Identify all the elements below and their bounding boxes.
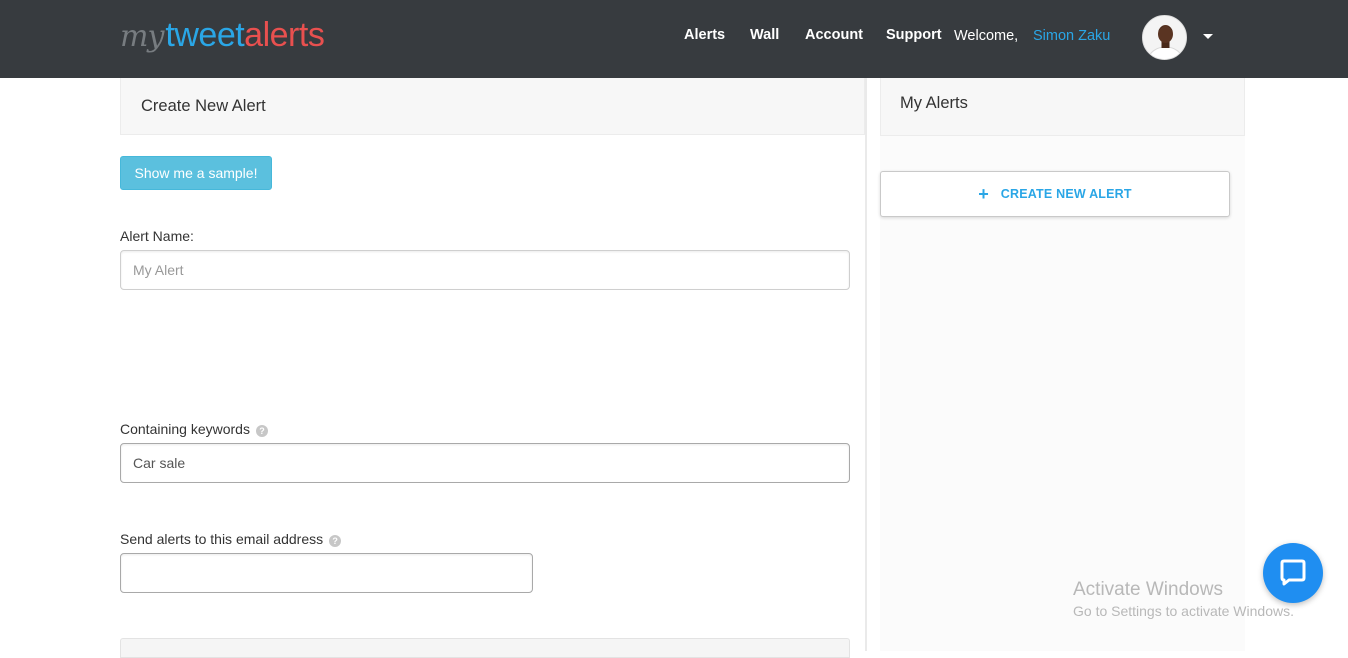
chat-bubble-icon xyxy=(1280,559,1306,586)
keywords-label: Containing keywords xyxy=(120,421,250,437)
my-alerts-panel xyxy=(880,78,1245,651)
nav-wall[interactable]: Wall xyxy=(750,26,779,44)
create-new-alert-button[interactable]: + CREATE NEW ALERT xyxy=(880,171,1230,217)
show-sample-button[interactable]: Show me a sample! xyxy=(120,156,272,190)
panel-divider xyxy=(865,78,867,651)
question-circle-icon[interactable]: ? xyxy=(329,535,342,547)
nav-account[interactable]: Account xyxy=(805,26,863,44)
avatar-image xyxy=(1143,16,1186,59)
alert-name-input[interactable] xyxy=(120,250,850,290)
my-alerts-header: My Alerts xyxy=(880,78,1245,136)
next-section-panel xyxy=(120,638,850,658)
my-alerts-title: My Alerts xyxy=(900,94,968,112)
welcome-text: Welcome, xyxy=(954,28,1019,44)
keywords-input[interactable] xyxy=(120,443,850,483)
brand-logo[interactable]: my tweet alerts xyxy=(120,12,325,62)
activate-windows-title: Activate Windows xyxy=(1073,579,1223,600)
question-circle-icon[interactable]: ? xyxy=(255,425,268,437)
email-input[interactable] xyxy=(120,553,533,593)
logo-alerts-text: alerts xyxy=(244,16,325,54)
alert-name-label: Alert Name: xyxy=(120,228,194,244)
user-name-link[interactable]: Simon Zaku xyxy=(1033,27,1110,45)
activate-windows-subtitle: Go to Settings to activate Windows. xyxy=(1073,603,1294,619)
plus-icon: + xyxy=(978,184,989,204)
top-navbar: my tweet alerts Alerts Wall Account Supp… xyxy=(0,0,1348,78)
logo-tweet-text: tweet xyxy=(165,16,245,54)
caret-down-icon[interactable] xyxy=(1203,34,1213,39)
chat-launcher-button[interactable] xyxy=(1263,543,1323,603)
nav-support[interactable]: Support xyxy=(886,26,942,44)
email-label-row: Send alerts to this email address? xyxy=(120,530,342,548)
logo-my-text: my xyxy=(120,19,164,54)
email-label: Send alerts to this email address xyxy=(120,531,324,547)
panel-title: Create New Alert xyxy=(141,97,266,115)
avatar[interactable] xyxy=(1142,15,1187,60)
keywords-label-row: Containing keywords? xyxy=(120,420,268,438)
nav-alerts[interactable]: Alerts xyxy=(684,26,725,44)
create-new-alert-label: CREATE NEW ALERT xyxy=(1000,187,1132,201)
create-alert-panel-header: Create New Alert xyxy=(120,78,865,135)
